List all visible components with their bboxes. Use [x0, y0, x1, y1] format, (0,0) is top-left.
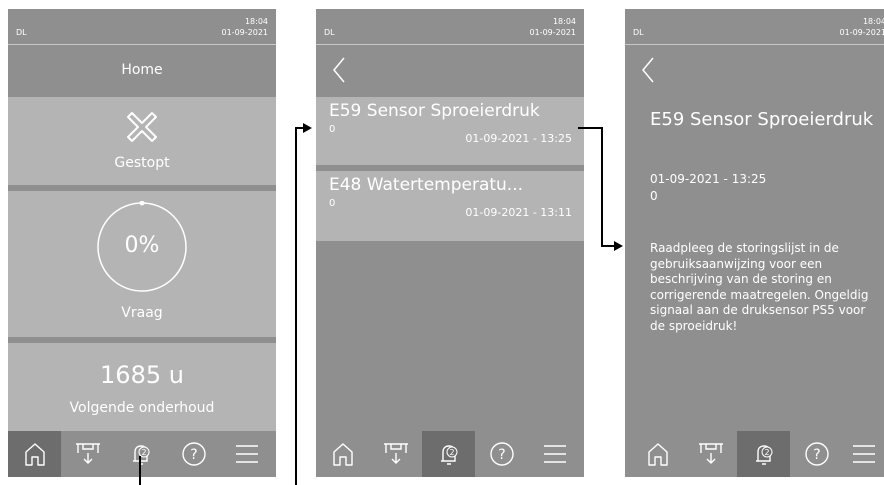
connector-line — [601, 127, 603, 247]
nav-help-button[interactable]: ? — [790, 431, 843, 477]
home-screen: DL 18:04 01-09-2021 Home Gestopt 0% Vraa… — [8, 9, 276, 477]
status-device: DL — [633, 28, 644, 37]
status-time: 18:04 — [862, 17, 884, 26]
nav-help-button[interactable]: ? — [167, 431, 220, 477]
alarm-list-item[interactable]: E59 Sensor Sproeierdruk 0 01-09-2021 - 1… — [316, 97, 584, 165]
arrow-head-icon — [303, 123, 312, 133]
alarm-value: 0 — [329, 124, 336, 135]
connector-line — [578, 127, 603, 129]
bottom-nav: 2 ? — [8, 431, 276, 477]
title-bar — [316, 45, 584, 95]
nav-home-button[interactable] — [631, 431, 684, 477]
detail-datetime: 01-09-2021 - 13:25 — [650, 172, 767, 186]
service-label: Volgende onderhoud — [69, 400, 215, 416]
status-device: DL — [16, 28, 27, 37]
help-icon: ? — [489, 442, 514, 466]
nav-home-button[interactable] — [316, 431, 369, 477]
help-glyph: ? — [813, 447, 820, 463]
home-icon — [24, 443, 45, 466]
bell-icon: 2 — [440, 445, 457, 465]
state-label: Gestopt — [114, 155, 170, 171]
menu-icon — [543, 445, 566, 463]
nav-home-button[interactable] — [8, 431, 61, 477]
detail-description: Raadpleeg de storingslijst in de gebruik… — [650, 241, 869, 333]
back-icon[interactable] — [637, 55, 659, 85]
page-title: Home — [121, 62, 163, 78]
help-icon: ? — [181, 442, 206, 466]
title-bar — [625, 45, 884, 95]
alarm-title: E59 Sensor Sproeierdruk — [329, 101, 540, 121]
nav-alarms-button[interactable]: 2 — [737, 431, 790, 477]
alarm-list-screen: DL 18:04 01-09-2021 E59 Sensor Sproeierd… — [316, 9, 584, 477]
connector-line — [139, 456, 141, 485]
alarm-list-item[interactable]: E48 Watertemperatu... 0 01-09-2021 - 13:… — [316, 171, 584, 241]
detail-value: 0 — [650, 189, 658, 203]
demand-tile[interactable]: 0% Vraag — [8, 191, 276, 337]
nav-valve-button[interactable] — [61, 431, 114, 477]
nav-alarms-button[interactable]: 2 — [422, 431, 475, 477]
title-bar: Home — [8, 45, 276, 95]
valve-icon — [75, 443, 100, 464]
home-icon — [332, 443, 353, 466]
alarm-count: 2 — [764, 448, 769, 457]
status-time: 18:04 — [244, 17, 268, 26]
alarm-datetime: 01-09-2021 - 13:25 — [465, 132, 572, 145]
alarm-count: 2 — [449, 448, 454, 457]
alarm-value: 0 — [329, 198, 336, 209]
connector-line — [295, 128, 297, 485]
bell-icon: 2 — [755, 445, 772, 465]
connector-line — [601, 245, 615, 247]
service-tile[interactable]: 1685 u Volgende onderhoud — [8, 343, 276, 431]
status-bar: DL 18:04 01-09-2021 — [316, 9, 584, 45]
valve-icon — [383, 443, 408, 464]
nav-menu-button[interactable] — [528, 431, 581, 477]
status-device: DL — [324, 28, 335, 37]
status-time: 18:04 — [552, 17, 576, 26]
menu-icon — [852, 445, 875, 463]
nav-valve-button[interactable] — [684, 431, 737, 477]
detail-title: E59 Sensor Sproeierdruk — [650, 109, 874, 130]
alarm-count: 2 — [141, 448, 146, 457]
bottom-nav: 2 ? — [625, 431, 884, 477]
demand-label: Vraag — [121, 305, 163, 321]
stopped-icon — [127, 112, 157, 142]
valve-icon — [698, 443, 723, 464]
help-glyph: ? — [498, 447, 505, 463]
status-date: 01-09-2021 — [529, 28, 577, 37]
help-icon: ? — [804, 442, 829, 466]
status-date: 01-09-2021 — [221, 28, 269, 37]
status-date: 01-09-2021 — [839, 28, 884, 37]
service-hours: 1685 u — [100, 361, 184, 389]
status-bar: DL 18:04 01-09-2021 — [625, 9, 884, 45]
home-icon — [647, 443, 668, 466]
nav-menu-button[interactable] — [843, 431, 884, 477]
alarm-datetime: 01-09-2021 - 13:11 — [465, 206, 572, 219]
state-tile[interactable]: Gestopt — [8, 97, 276, 185]
nav-valve-button[interactable] — [369, 431, 422, 477]
nav-help-button[interactable]: ? — [475, 431, 528, 477]
demand-value: 0% — [124, 233, 160, 258]
alarm-detail-screen: DL 18:04 01-09-2021 E59 Sensor Sproeierd… — [625, 9, 884, 477]
status-bar: DL 18:04 01-09-2021 — [8, 9, 276, 45]
arrow-head-icon — [614, 241, 623, 251]
nav-menu-button[interactable] — [220, 431, 273, 477]
back-icon[interactable] — [328, 55, 350, 85]
alarm-title: E48 Watertemperatu... — [329, 175, 524, 195]
menu-icon — [235, 445, 258, 463]
bottom-nav: 2 ? — [316, 431, 584, 477]
help-glyph: ? — [190, 447, 197, 463]
